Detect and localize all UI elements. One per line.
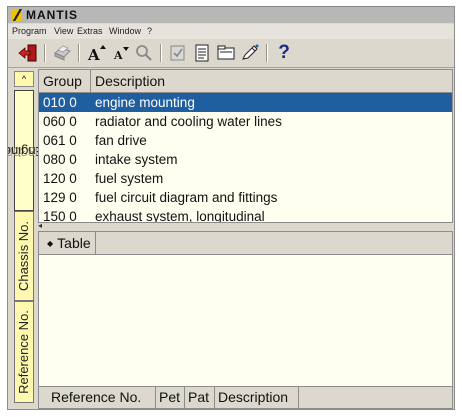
group-code: 120 0 (43, 171, 77, 186)
toolbar-separator (266, 44, 268, 62)
group-description: engine mounting (95, 95, 195, 110)
list-item[interactable]: 120 0 fuel system (39, 169, 452, 188)
zoom-icon (136, 45, 152, 61)
tab-chassis[interactable]: Chassis No. (14, 211, 34, 301)
side-tab-strip: ^ 88300 Engine Chassis No. Reference No. (8, 69, 44, 409)
document-icon (195, 44, 209, 62)
toolbar-separator (44, 44, 46, 62)
menu-extras[interactable]: Extras (77, 24, 103, 39)
folder-button[interactable] (214, 42, 238, 64)
tab-reference-label: Reference No. (16, 310, 31, 394)
group-list-header: Group Description (39, 70, 452, 93)
reference-panel: ◆ Table Reference No. Pet Pat Description (38, 231, 453, 409)
list-item[interactable]: 150 0 exhaust system, longitudinal (39, 207, 452, 223)
document-button[interactable] (190, 42, 214, 64)
column-header-group[interactable]: Group (39, 70, 91, 92)
menu-bar: Program View Extras Window ? (8, 24, 454, 39)
toolbar-separator (78, 44, 80, 62)
toolbar-separator (160, 44, 162, 62)
scroll-left-arrow-icon[interactable]: ◂ (38, 221, 48, 231)
toolbar: A A ? (8, 40, 454, 68)
print-icon (54, 45, 71, 61)
menu-view[interactable]: View (54, 24, 73, 39)
exit-icon (18, 44, 37, 62)
svg-text:A: A (87, 46, 100, 62)
font-smaller-icon: A (113, 47, 129, 62)
list-item[interactable]: 010 0 engine mounting (39, 93, 452, 112)
tab-chassis-label: Chassis No. (16, 220, 31, 292)
group-code: 150 0 (43, 209, 77, 223)
column-description[interactable]: Description (215, 387, 299, 408)
tab-table-label: Table (57, 235, 91, 251)
reference-panel-header: ◆ Table (39, 232, 452, 255)
mantis-window: MANTIS Program View Extras Window ? A A … (7, 6, 455, 410)
collapse-caret-button[interactable]: ^ (14, 71, 34, 87)
font-larger-icon: A (87, 45, 106, 62)
column-pat[interactable]: Pat (185, 387, 215, 408)
font-smaller-button[interactable]: A (108, 42, 132, 64)
list-item[interactable]: 060 0 radiator and cooling water lines (39, 112, 452, 131)
folder-icon (217, 45, 235, 60)
group-list: Group Description 010 0 engine mounting 06… (38, 69, 453, 223)
print-button[interactable] (50, 42, 74, 64)
font-larger-button[interactable]: A (84, 42, 108, 64)
list-item[interactable]: 080 0 intake system (39, 150, 452, 169)
group-code: 129 0 (43, 190, 77, 205)
svg-text:A: A (113, 49, 123, 62)
tab-reference[interactable]: Reference No. (14, 301, 34, 403)
list-item[interactable]: 129 0 fuel circuit diagram and fittings (39, 188, 452, 207)
group-description: exhaust system, longitudinal (95, 209, 265, 223)
pen-icon (242, 44, 259, 60)
group-code: 060 0 (43, 114, 77, 129)
tab-table[interactable]: ◆ Table (43, 232, 96, 254)
group-description: fuel system (95, 171, 164, 186)
checklist-button[interactable] (166, 42, 190, 64)
help-button[interactable]: ? (272, 42, 296, 64)
group-description: fuel circuit diagram and fittings (95, 190, 278, 205)
help-icon: ? (278, 42, 290, 63)
group-description: radiator and cooling water lines (95, 114, 282, 129)
column-reference-no[interactable]: Reference No. (48, 387, 156, 408)
group-description: fan drive (95, 133, 147, 148)
group-description: intake system (95, 152, 178, 167)
zoom-button[interactable] (132, 42, 156, 64)
menu-program[interactable]: Program (12, 24, 47, 39)
column-pet[interactable]: Pet (156, 387, 185, 408)
tab-bullet-icon: ◆ (47, 239, 54, 248)
menu-help[interactable]: ? (147, 24, 152, 39)
pen-button[interactable] (238, 42, 262, 64)
group-code: 010 0 (43, 95, 77, 110)
tab-engine[interactable]: 88300 Engine (8, 90, 44, 211)
menu-window[interactable]: Window (109, 24, 141, 39)
column-header-description[interactable]: Description (91, 70, 452, 92)
title-bar: MANTIS (8, 7, 454, 23)
list-item[interactable]: 061 0 fan drive (39, 131, 452, 150)
app-title: MANTIS (26, 8, 78, 22)
reference-table-columns: Reference No. Pet Pat Description (39, 386, 452, 408)
group-code: 080 0 (43, 152, 77, 167)
mantis-logo-icon (12, 9, 22, 21)
group-code: 061 0 (43, 133, 77, 148)
exit-button[interactable] (16, 42, 40, 64)
checklist-icon (170, 45, 185, 61)
